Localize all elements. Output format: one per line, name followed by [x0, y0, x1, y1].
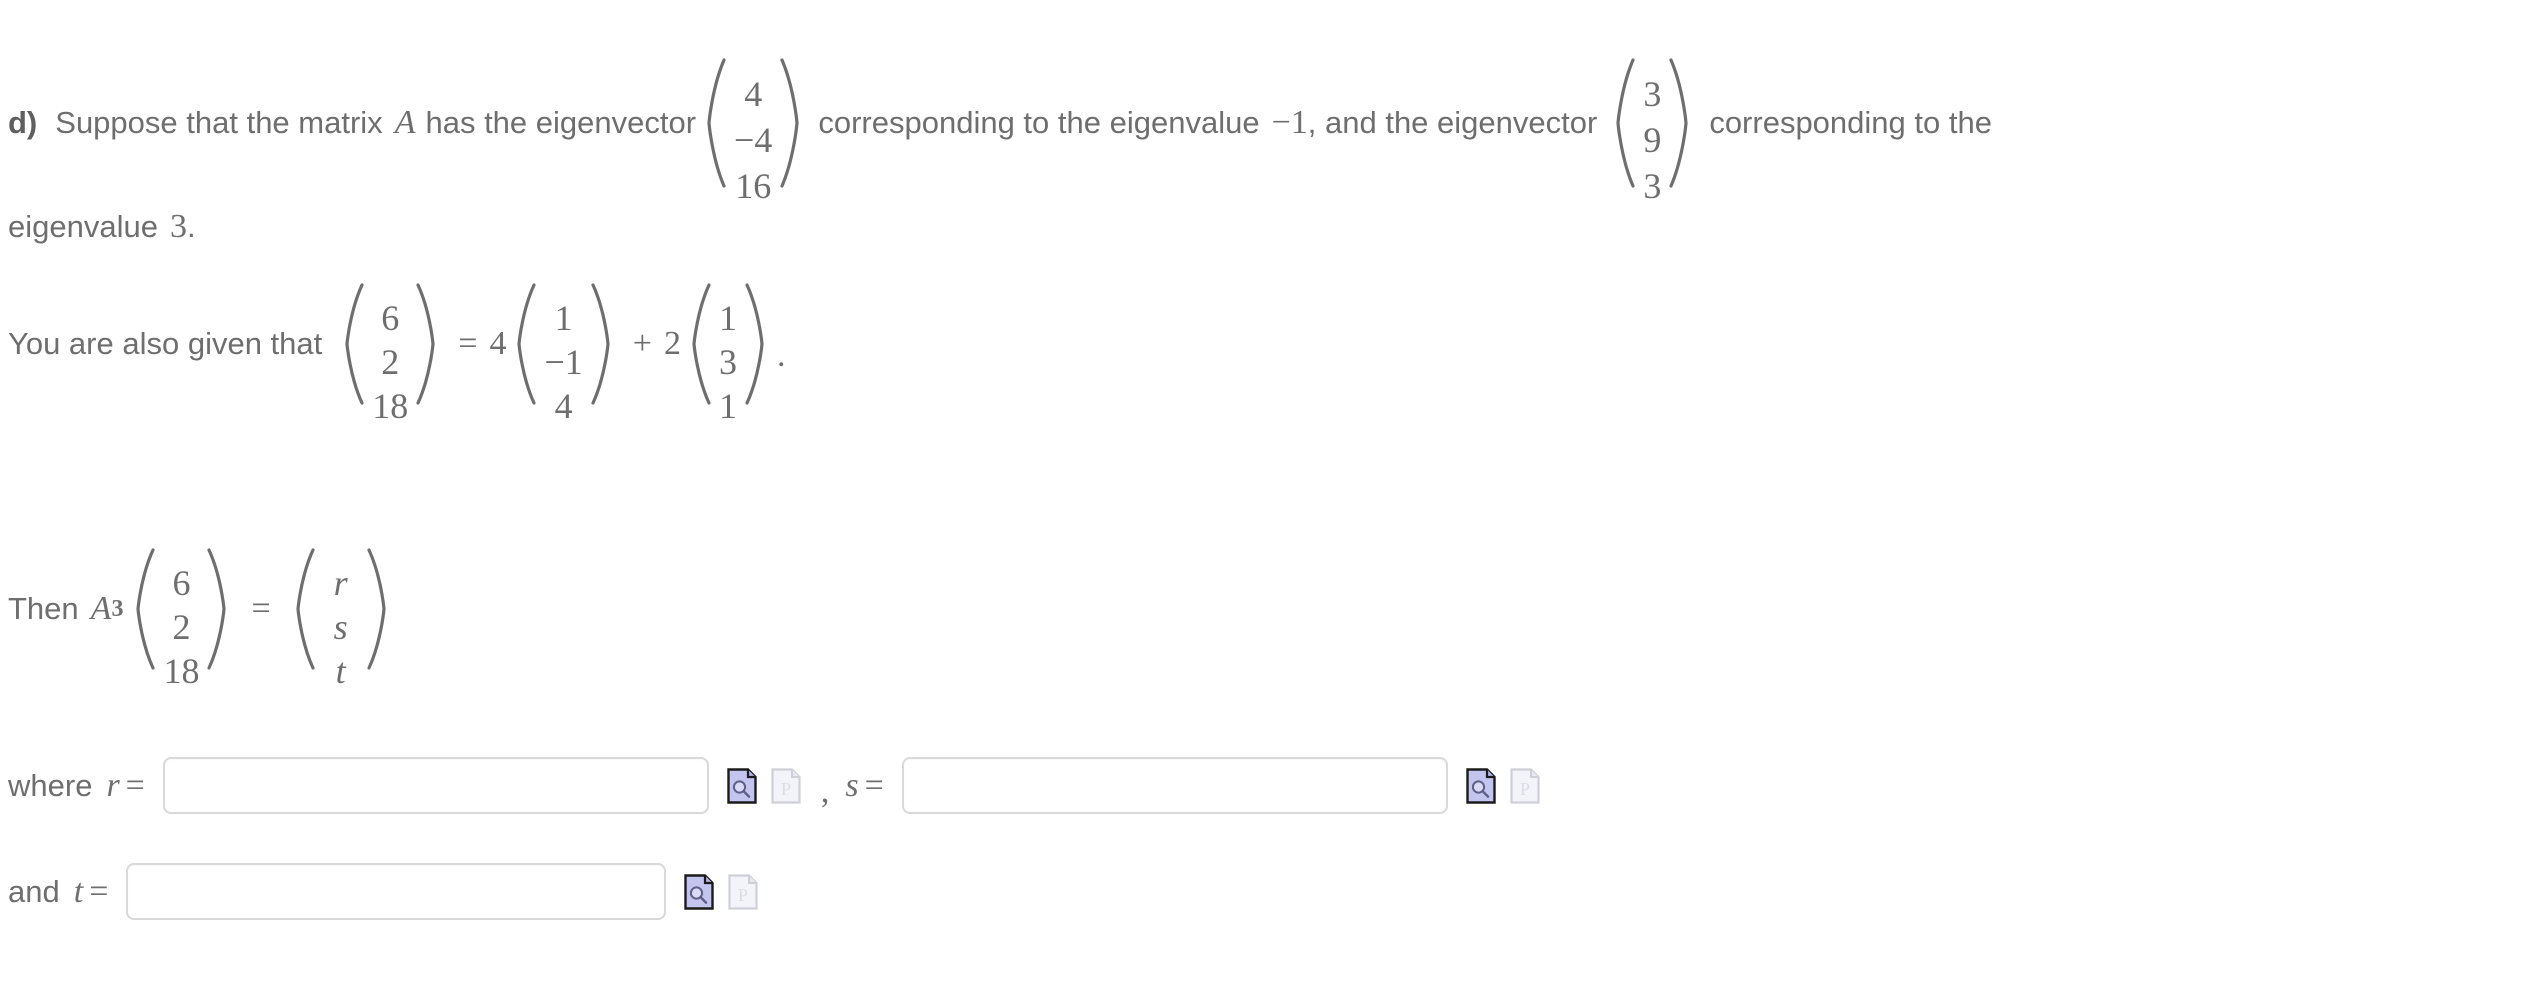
- vector-cell: 4: [744, 74, 763, 114]
- answer-format-p-icon[interactable]: P: [728, 873, 758, 910]
- eigenvector-1-values: 4 −4 16: [728, 65, 778, 204]
- vector-lhs-then-values: 6 2 18: [157, 555, 205, 689]
- variable-r: r: [106, 766, 120, 804]
- left-paren-icon: [1615, 58, 1637, 188]
- line1-text-e: corresponding to the: [1709, 105, 1992, 140]
- line2-text-a: eigenvalue: [8, 209, 158, 244]
- eigenvalue-1: −1: [1271, 104, 1308, 141]
- eigenvector-1: 4 −4 16: [706, 58, 800, 204]
- left-paren-icon: [135, 548, 157, 670]
- part-label: d): [8, 105, 38, 140]
- problem-statement-line-3: You are also given that 6 2 18 = 4 1 −1 …: [8, 283, 789, 424]
- right-paren-icon: [414, 283, 436, 405]
- answer-format-p-icon[interactable]: P: [1510, 767, 1540, 804]
- right-paren-icon: [743, 283, 765, 405]
- vector-cell: 1: [718, 386, 737, 426]
- equals-sign: =: [458, 325, 478, 362]
- answer-input-t[interactable]: [126, 863, 667, 920]
- right-paren-icon: [1667, 58, 1689, 188]
- left-paren-icon: [706, 58, 728, 188]
- line4-text-a: Then: [8, 591, 79, 626]
- left-paren-icon: [344, 283, 366, 405]
- right-paren-icon: [365, 548, 387, 670]
- problem-statement-line-4: Then A 3 6 2 18 = r s t: [8, 548, 397, 689]
- vector-term-2: 1 3 1: [691, 283, 765, 424]
- svg-text:P: P: [781, 779, 791, 799]
- matrix-symbol-A: A: [394, 104, 416, 141]
- line3-period: .: [776, 337, 786, 374]
- right-paren-icon: [589, 283, 611, 405]
- vector-cell: 3: [718, 342, 737, 382]
- left-paren-icon: [516, 283, 538, 405]
- label-and: and: [8, 873, 60, 909]
- vector-cell: 6: [381, 298, 400, 338]
- vector-cell: 3: [1643, 166, 1662, 206]
- variable-t: t: [73, 872, 84, 910]
- problem-statement-line-1: d) Suppose that the matrix A has the eig…: [8, 58, 1992, 204]
- eigenvector-2: 3 9 3: [1615, 58, 1689, 204]
- eigenvalue-2: 3: [169, 208, 187, 245]
- vector-cell: 18: [163, 651, 200, 691]
- vector-cell: 1: [718, 298, 737, 338]
- plus-sign: +: [632, 325, 652, 362]
- vector-cell: 2: [381, 342, 400, 382]
- problem-statement-line-2: eigenvalue 3 .: [8, 208, 196, 246]
- vector-cell: 16: [735, 166, 772, 206]
- matrix-exponent: 3: [111, 595, 124, 622]
- preview-magnifier-icon[interactable]: [684, 873, 715, 910]
- vector-cell: 6: [172, 563, 191, 603]
- equals-sign-t: =: [89, 872, 109, 910]
- vector-cell-s: s: [333, 607, 348, 647]
- left-paren-icon: [295, 548, 317, 670]
- vector-cell: −4: [734, 120, 773, 160]
- line1-text-d: , and the eigenvector: [1307, 105, 1598, 140]
- answer-row-t: and t = P: [8, 863, 762, 920]
- vector-rhs-values: r s t: [317, 555, 365, 689]
- line2-period: .: [186, 209, 196, 244]
- svg-text:P: P: [738, 885, 748, 905]
- coefficient-2: 2: [663, 325, 681, 362]
- vector-cell-t: t: [335, 651, 346, 691]
- vector-rhs-rst: r s t: [295, 548, 387, 689]
- line1-text-a: Suppose that the matrix: [55, 105, 383, 140]
- answer-separator-comma: ,: [820, 772, 830, 810]
- vector-cell-r: r: [333, 563, 348, 603]
- right-paren-icon: [205, 548, 227, 670]
- vector-cell: 18: [372, 386, 409, 426]
- label-where: where: [8, 767, 93, 803]
- line1-text-c: corresponding to the eigenvalue: [818, 105, 1260, 140]
- equals-sign-s: =: [864, 766, 884, 804]
- equals-sign: =: [251, 590, 271, 627]
- preview-magnifier-icon[interactable]: [727, 767, 757, 804]
- right-paren-icon: [778, 58, 800, 188]
- problem-page: d) Suppose that the matrix A has the eig…: [0, 0, 2540, 996]
- svg-text:P: P: [1520, 779, 1530, 799]
- vector-cell: 1: [554, 298, 573, 338]
- vector-cell: 3: [1643, 74, 1662, 114]
- vector-lhs-given: 6 2 18: [344, 283, 436, 424]
- vector-cell: 2: [172, 607, 191, 647]
- vector-lhs-values: 6 2 18: [366, 290, 414, 424]
- matrix-symbol-A: A: [90, 590, 112, 627]
- vector-lhs-then: 6 2 18: [135, 548, 227, 689]
- line3-text-a: You are also given that: [8, 326, 323, 361]
- answer-input-s[interactable]: [901, 757, 1448, 814]
- line1-text-b: has the eigenvector: [425, 105, 697, 140]
- coefficient-1: 4: [489, 325, 507, 362]
- vector-term-2-values: 1 3 1: [713, 290, 743, 424]
- answer-input-r[interactable]: [162, 757, 709, 814]
- answer-row-r-s: where r = P , s = P: [8, 757, 1544, 814]
- left-paren-icon: [691, 283, 713, 405]
- eigenvector-2-values: 3 9 3: [1637, 65, 1667, 204]
- preview-magnifier-icon[interactable]: [1466, 767, 1496, 804]
- equals-sign-r: =: [125, 766, 145, 804]
- vector-cell: −1: [544, 342, 583, 382]
- vector-term-1: 1 −1 4: [516, 283, 611, 424]
- vector-term-1-values: 1 −1 4: [538, 290, 588, 424]
- variable-s: s: [845, 766, 859, 804]
- vector-cell: 4: [554, 386, 573, 426]
- answer-format-p-icon[interactable]: P: [771, 767, 801, 804]
- vector-cell: 9: [1643, 120, 1662, 160]
